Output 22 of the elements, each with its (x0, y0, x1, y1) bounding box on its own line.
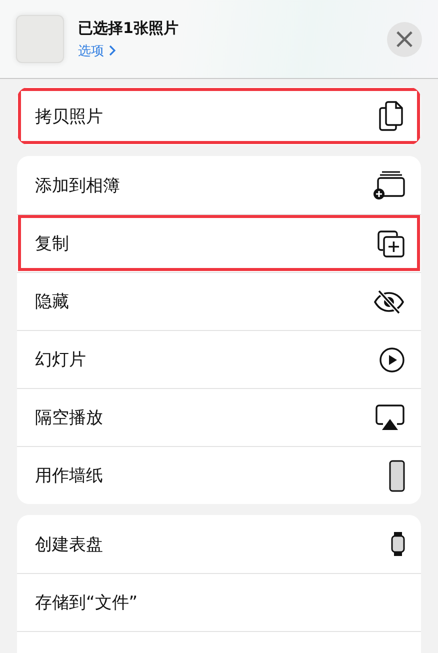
options-link[interactable]: 选项 (78, 42, 116, 60)
phone-icon (389, 460, 405, 492)
documents-icon (379, 101, 405, 131)
duplicate-icon (377, 230, 405, 258)
action-row[interactable]: 幻灯片 (17, 330, 421, 388)
chevron-icon (109, 45, 116, 56)
action-row[interactable]: 隔空播放 (17, 388, 421, 446)
action-row[interactable]: 隐藏 (17, 272, 421, 330)
action-row[interactable]: 创建表盘 (17, 515, 421, 573)
close-button[interactable]: × (387, 22, 422, 56)
action-row[interactable]: 用作墙纸 (17, 446, 421, 504)
action-row[interactable]: 复制 (17, 214, 421, 272)
watch-icon (391, 531, 405, 557)
photo-thumbnail (16, 15, 64, 63)
airplay-icon (375, 404, 405, 432)
add-album-icon (373, 170, 405, 200)
sheet-title: 已选择1张照片 (78, 18, 180, 38)
action-row[interactable]: 存储到“文件” (17, 573, 421, 631)
eye-slash-icon (373, 290, 405, 314)
play-icon (379, 346, 405, 372)
action-row[interactable]: 拷贝照片 (17, 87, 421, 145)
action-row[interactable]: 添加到相簿 (17, 156, 421, 214)
